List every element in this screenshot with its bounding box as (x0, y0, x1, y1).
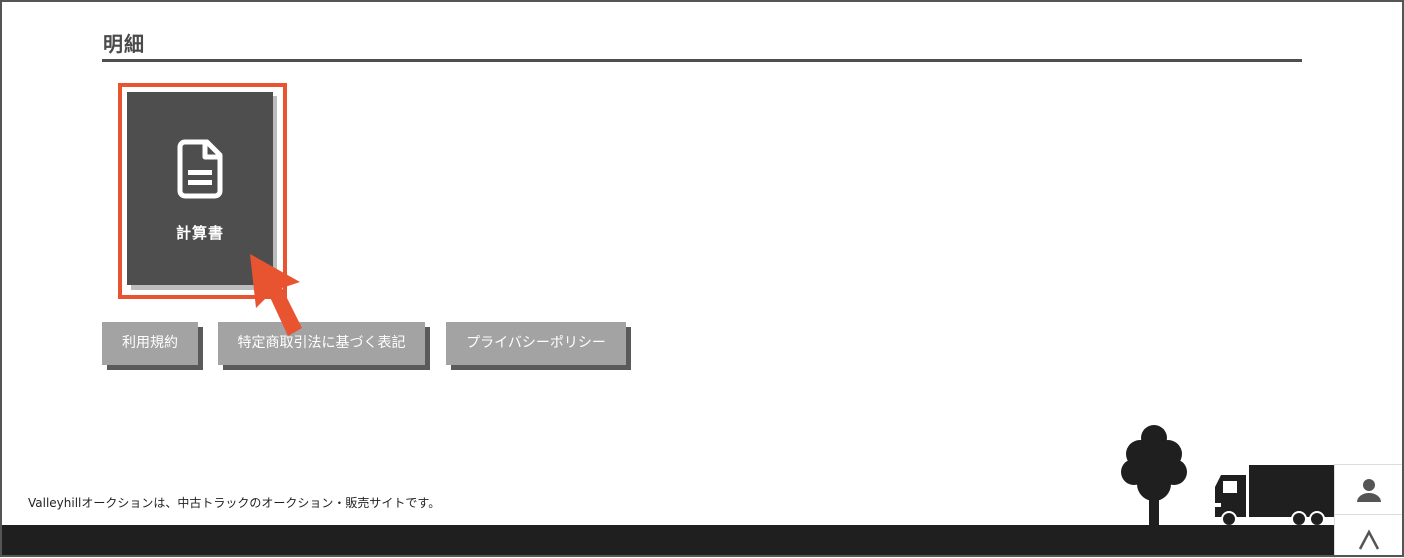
privacy-policy-link[interactable]: プライバシーポリシー (446, 322, 626, 365)
pointer-arrow-icon (250, 254, 302, 336)
account-button[interactable] (1334, 464, 1403, 514)
statement-card-label: 計算書 (175, 224, 224, 242)
section-title: 明細 (103, 32, 145, 56)
document-icon (177, 139, 223, 199)
back-to-top-button[interactable] (1334, 514, 1403, 558)
user-icon (1357, 479, 1381, 502)
footer-ground-bar (0, 525, 1404, 557)
terms-of-use-link[interactable]: 利用規約 (102, 322, 198, 365)
footer-tagline: Valleyhillオークションは、中古トラックのオークション・販売サイトです。 (28, 496, 441, 510)
tree-icon (1121, 425, 1187, 526)
truck-icon (1215, 465, 1338, 527)
title-divider (102, 59, 1302, 62)
chevron-up-icon (1358, 529, 1380, 550)
